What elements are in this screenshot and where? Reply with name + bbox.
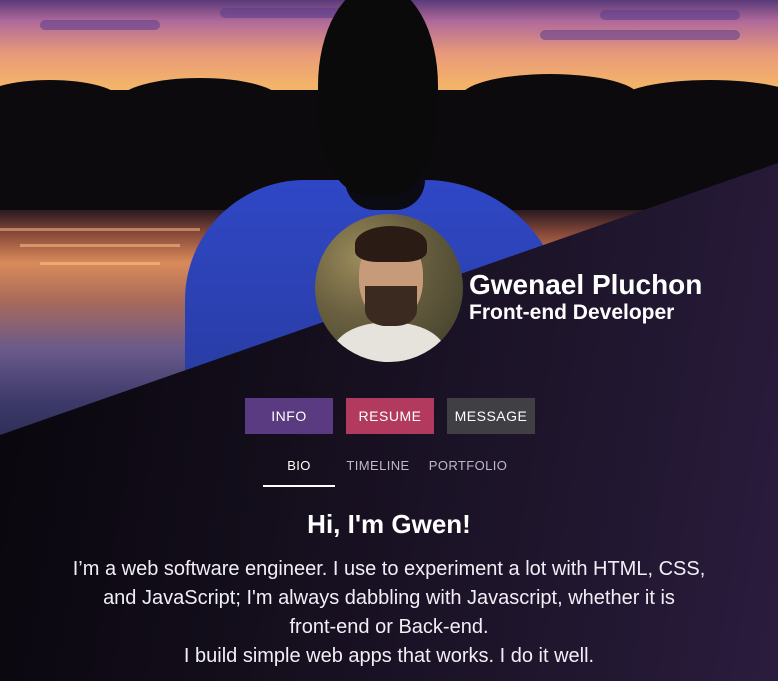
- tab-portfolio[interactable]: PORTFOLIO: [423, 455, 513, 487]
- cloud: [600, 10, 740, 20]
- bio-line: front-end or Back-end.: [289, 616, 489, 638]
- profile-name: Gwenael Pluchon: [469, 269, 703, 300]
- avatar-shirt: [333, 322, 445, 362]
- person-silhouette-head: [318, 0, 438, 195]
- avatar-beard: [365, 286, 417, 326]
- profile-card: Gwenael Pluchon Front-end Developer INFO…: [0, 0, 778, 681]
- bio-line: and JavaScript; I'm always dabbling with…: [103, 587, 675, 609]
- tab-timeline[interactable]: TIMELINE: [343, 455, 413, 487]
- cloud: [40, 20, 160, 30]
- avatar-hair: [355, 226, 427, 262]
- tab-bio[interactable]: BIO: [263, 455, 335, 487]
- info-button[interactable]: INFO: [245, 398, 333, 434]
- bio-text: I’m a web software engineer. I use to ex…: [0, 555, 778, 671]
- bio-line: I’m a web software engineer. I use to ex…: [72, 558, 706, 580]
- tree: [120, 78, 280, 122]
- cloud: [540, 30, 740, 40]
- message-button[interactable]: MESSAGE: [447, 398, 535, 434]
- reflection: [40, 262, 160, 265]
- reflection: [20, 244, 180, 247]
- reflection: [0, 228, 200, 231]
- bio-line: I build simple web apps that works. I do…: [183, 645, 595, 667]
- avatar: [315, 214, 463, 362]
- tree: [460, 74, 640, 122]
- bio-title: Hi, I'm Gwen!: [307, 509, 471, 539]
- resume-button[interactable]: RESUME: [346, 398, 434, 434]
- profile-role: Front-end Developer: [469, 301, 675, 324]
